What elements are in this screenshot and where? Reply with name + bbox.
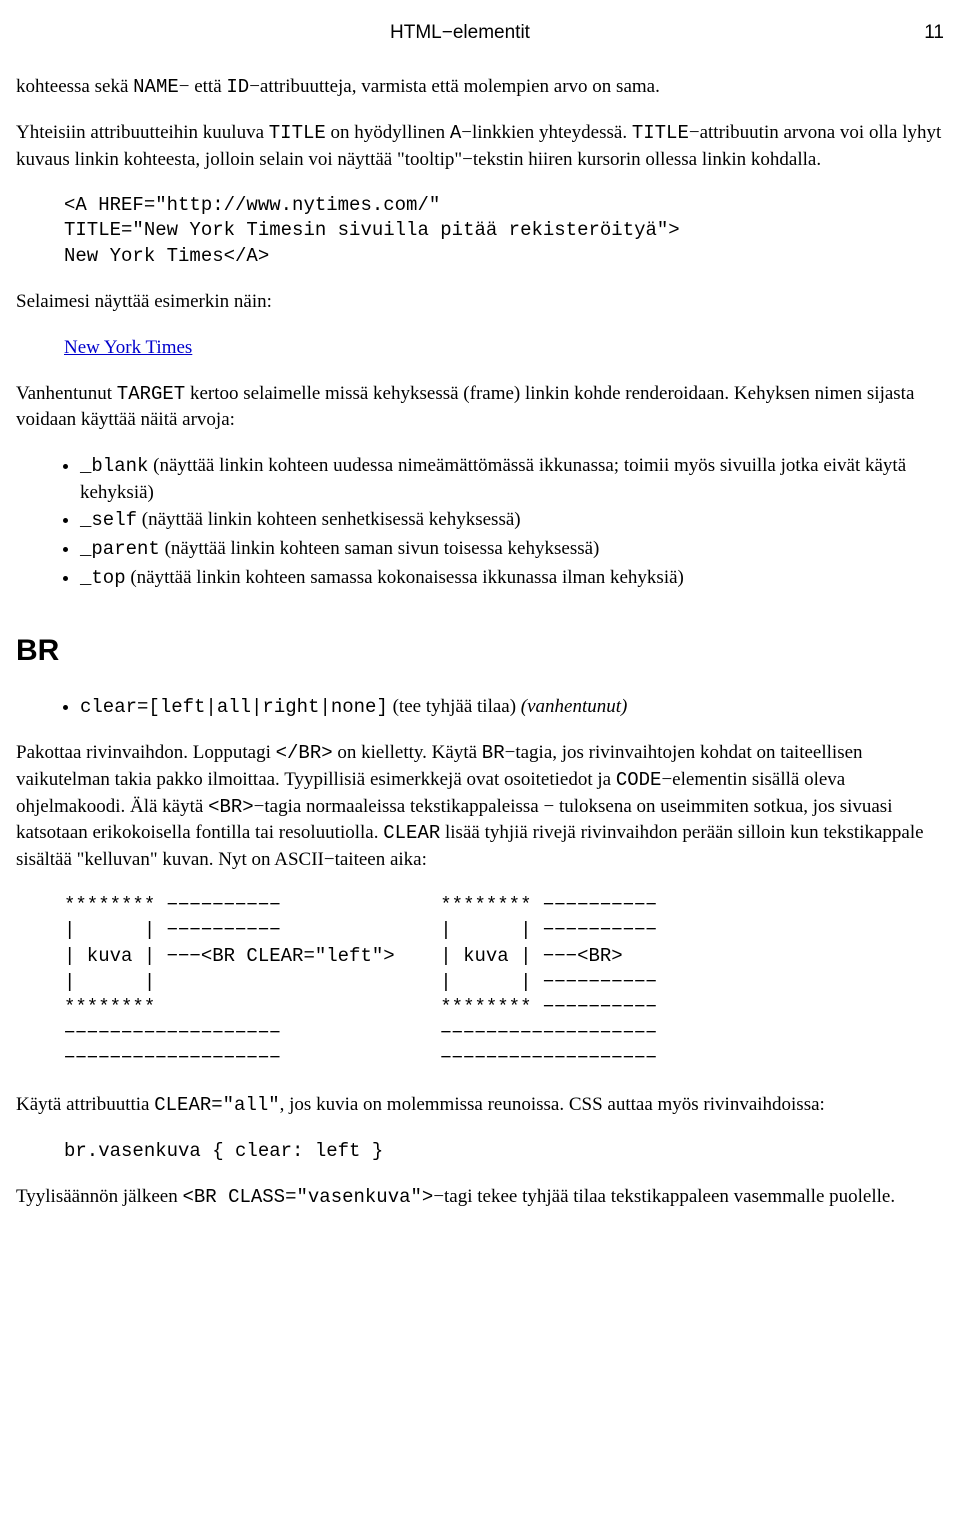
list-item: clear=[left|all|right|none] (tee tyhjää … xyxy=(80,694,944,721)
code-target: TARGET xyxy=(117,383,185,405)
list-item: _parent (näyttää linkin kohteen saman si… xyxy=(80,536,944,563)
paragraph-clear-all: Käytä attribuuttia CLEAR="all", jos kuvi… xyxy=(16,1092,944,1119)
br-attributes-list: clear=[left|all|right|none] (tee tyhjää … xyxy=(16,694,944,721)
text: , jos kuvia on molemmissa reunoissa. CSS… xyxy=(280,1094,825,1115)
list-item: _top (näyttää linkin kohteen samassa kok… xyxy=(80,565,944,592)
target-values-list: _blank (näyttää linkin kohteen uudessa n… xyxy=(16,453,944,591)
text: −attribuutteja, varmista että molempien … xyxy=(249,76,660,97)
ascii-art-diagram: ******** −−−−−−−−−− ******** −−−−−−−−−− … xyxy=(16,893,944,1072)
text: Käytä attribuuttia xyxy=(16,1094,154,1115)
text: (näyttää linkin kohteen uudessa nimeämät… xyxy=(80,455,906,503)
paragraph-browser-shows: Selaimesi näyttää esimerkin näin: xyxy=(16,289,944,315)
text: (näyttää linkin kohteen saman sivun tois… xyxy=(160,538,600,559)
code-blank: _blank xyxy=(80,455,148,477)
code-br-class: <BR CLASS="vasenkuva"> xyxy=(182,1186,433,1208)
code-a: A xyxy=(450,122,461,144)
text: (tee tyhjää tilaa) xyxy=(388,696,521,717)
code-br: BR xyxy=(482,742,505,764)
list-item: _blank (näyttää linkin kohteen uudessa n… xyxy=(80,453,944,505)
header-title: HTML−elementit xyxy=(16,20,904,46)
paragraph-br-description: Pakottaa rivinvaihdon. Lopputagi </BR> o… xyxy=(16,740,944,872)
code-code: CODE xyxy=(616,769,662,791)
heading-br: BR xyxy=(16,631,944,672)
deprecated-note: (vanhentunut) xyxy=(521,696,628,717)
code-clear-all: CLEAR="all" xyxy=(154,1094,279,1116)
code-id: ID xyxy=(226,76,249,98)
code-top: _top xyxy=(80,567,126,589)
code-title: TITLE xyxy=(269,122,326,144)
text: Pakottaa rivinvaihdon. Lopputagi xyxy=(16,742,276,763)
paragraph-css-rule: Tyylisäännön jälkeen <BR CLASS="vasenkuv… xyxy=(16,1184,944,1211)
text: Yhteisiin attribuutteihin kuuluva xyxy=(16,122,269,143)
page-header: HTML−elementit 11 xyxy=(16,20,944,46)
text: Tyylisäännön jälkeen xyxy=(16,1186,182,1207)
text: on hyödyllinen xyxy=(326,122,450,143)
list-item: _self (näyttää linkin kohteen senhetkise… xyxy=(80,507,944,534)
text: kohteessa sekä xyxy=(16,76,133,97)
text: on kielletty. Käytä xyxy=(333,742,482,763)
example-link-nytimes[interactable]: New York Times xyxy=(64,337,192,358)
text: (näyttää linkin kohteen senhetkisessä ke… xyxy=(137,509,521,530)
text: (näyttää linkin kohteen samassa kokonais… xyxy=(126,567,684,588)
code-clear: clear=[left|all|right|none] xyxy=(80,696,388,718)
header-page-number: 11 xyxy=(904,20,944,46)
text: Vanhentunut xyxy=(16,383,117,404)
code-br-end: </BR> xyxy=(276,742,333,764)
code-br-tag: <BR> xyxy=(208,796,254,818)
code-clear: CLEAR xyxy=(383,822,440,844)
paragraph-target: Vanhentunut TARGET kertoo selaimelle mis… xyxy=(16,381,944,433)
paragraph-title-attr: Yhteisiin attribuutteihin kuuluva TITLE … xyxy=(16,120,944,172)
code-block-anchor-example: <A HREF="http://www.nytimes.com/" TITLE=… xyxy=(16,193,944,270)
text: − että xyxy=(179,76,227,97)
code-parent: _parent xyxy=(80,538,160,560)
text: −linkkien yhteydessä. xyxy=(461,122,632,143)
code-name: NAME xyxy=(133,76,179,98)
code-block-css: br.vasenkuva { clear: left } xyxy=(16,1139,944,1165)
code-title: TITLE xyxy=(632,122,689,144)
example-output: New York Times xyxy=(16,335,944,361)
text: −tagi tekee tyhjää tilaa tekstikappaleen… xyxy=(433,1186,895,1207)
paragraph-intro: kohteessa sekä NAME− että ID−attribuutte… xyxy=(16,74,944,101)
code-self: _self xyxy=(80,509,137,531)
